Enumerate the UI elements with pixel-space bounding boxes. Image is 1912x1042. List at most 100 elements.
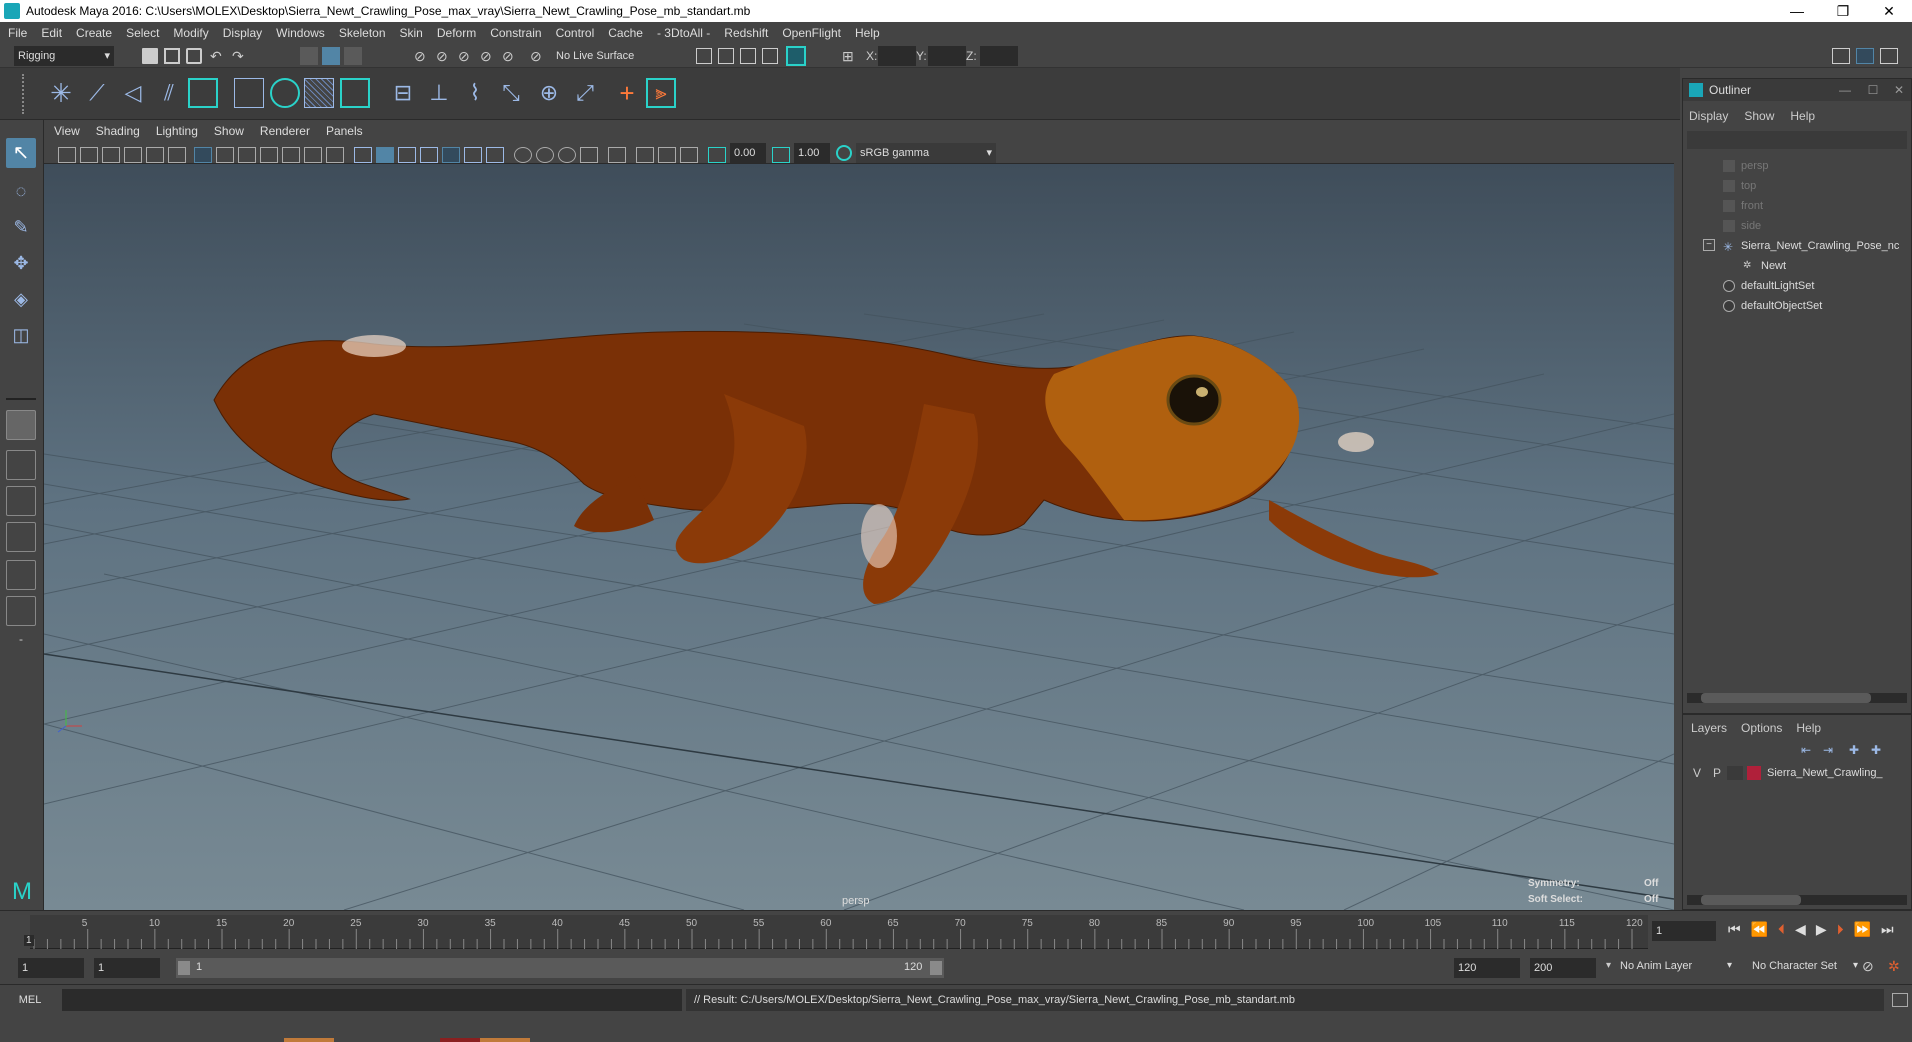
perspective-viewport[interactable]: persp Symmetry: Off Soft Select: Off [44, 164, 1674, 910]
save-scene-icon[interactable] [186, 48, 202, 64]
outliner-close-button[interactable]: ✕ [1887, 83, 1911, 97]
color-management-icon[interactable] [836, 145, 852, 161]
redshift-render-icon[interactable] [786, 46, 806, 66]
make-live-icon[interactable]: ⊘ [530, 48, 542, 65]
z-field[interactable] [980, 46, 1018, 66]
four-view-layout-icon[interactable] [6, 450, 36, 480]
select-object-icon[interactable] [322, 47, 340, 65]
menu-modify[interactable]: Modify [173, 26, 208, 40]
depth-of-field-icon[interactable] [580, 147, 598, 163]
viewport-menu-panels[interactable]: Panels [326, 124, 363, 138]
go-to-start-icon[interactable]: ⏮ [1728, 921, 1741, 938]
y-field[interactable] [928, 46, 966, 66]
wireframe-on-shaded-icon[interactable] [398, 147, 416, 163]
outliner-item-top[interactable]: top [1723, 177, 1756, 195]
persp-graph-layout-icon[interactable] [6, 522, 36, 552]
viewport-menu-lighting[interactable]: Lighting [156, 124, 198, 138]
textured-icon[interactable] [442, 147, 460, 163]
outliner-search-input[interactable] [1687, 131, 1907, 149]
wireframe-icon[interactable] [354, 147, 372, 163]
xray-joints-icon[interactable] [636, 147, 654, 163]
toggle-channel-box-icon[interactable] [1880, 48, 1898, 64]
layers-horizontal-scrollbar[interactable] [1687, 895, 1907, 905]
parent-constraint-icon[interactable]: ⫸ [646, 78, 676, 108]
step-forward-icon[interactable]: ⏵ [1837, 921, 1844, 938]
range-options-arrow-icon[interactable]: ▾ [1606, 960, 1611, 971]
ik-spline-icon[interactable]: ◁ [118, 78, 148, 108]
ipr-render-icon[interactable] [718, 48, 734, 64]
playback-end-field[interactable]: 120 [1454, 958, 1520, 978]
smooth-shade-icon[interactable] [376, 147, 394, 163]
insert-joint-icon[interactable]: ⫽ [154, 78, 184, 108]
camera-select-icon[interactable] [58, 147, 76, 163]
menu-skin[interactable]: Skin [400, 26, 423, 40]
close-button[interactable]: ✕ [1866, 3, 1912, 20]
character-set-dropdown[interactable]: No Character Set ▾ [1752, 960, 1858, 972]
viewport-menu-show[interactable]: Show [214, 124, 244, 138]
outliner-menu-display[interactable]: Display [1689, 109, 1728, 123]
mirror-weights-icon[interactable] [340, 78, 370, 108]
menu-deform[interactable]: Deform [437, 26, 476, 40]
isolate-select-icon[interactable] [608, 147, 626, 163]
menu-constrain[interactable]: Constrain [490, 26, 541, 40]
outliner-maximize-button[interactable]: ☐ [1859, 83, 1887, 97]
motion-blur-icon[interactable] [536, 147, 554, 163]
viewport-menu-view[interactable]: View [54, 124, 80, 138]
hypershade-icon[interactable] [762, 48, 778, 64]
film-gate-icon[interactable] [216, 147, 234, 163]
camera-attributes-icon[interactable] [80, 147, 98, 163]
exposure-field[interactable]: 0.00 [730, 143, 766, 163]
step-back-icon[interactable]: ⏴ [1778, 921, 1785, 938]
render-settings-icon[interactable] [740, 48, 756, 64]
layer-display-type[interactable] [1727, 766, 1743, 780]
layer-row[interactable]: V P Sierra_Newt_Crawling_ [1687, 763, 1907, 783]
bookmark-icon[interactable] [102, 147, 120, 163]
single-perspective-layout-icon[interactable] [6, 410, 36, 440]
toggle-tool-settings-icon[interactable] [1856, 48, 1874, 64]
render-current-icon[interactable] [696, 48, 712, 64]
use-all-lights-icon[interactable] [464, 147, 482, 163]
xray-active-components-icon[interactable] [658, 147, 676, 163]
go-to-end-icon[interactable]: ⏭ [1881, 921, 1894, 938]
script-language-toggle[interactable]: MEL [0, 985, 60, 1015]
restore-button[interactable]: ❐ [1820, 3, 1866, 20]
point-constraint-icon[interactable]: + [612, 78, 642, 108]
new-scene-icon[interactable] [142, 48, 158, 64]
more-layouts-icon[interactable]: - [6, 632, 36, 662]
anim-preferences-icon[interactable]: ✲ [1888, 958, 1900, 975]
rotate-tool-icon[interactable]: ◈ [6, 284, 36, 314]
field-chart-icon[interactable] [282, 147, 300, 163]
move-layer-up-icon[interactable]: ⇤ [1801, 743, 1811, 757]
step-forward-key-icon[interactable]: ⏩ [1854, 921, 1871, 938]
scale-tool-icon[interactable]: ◫ [6, 320, 36, 350]
ik-handle-icon[interactable]: ⟋ [82, 78, 112, 108]
layers-menu-options[interactable]: Options [1741, 721, 1782, 735]
snap-point-icon[interactable]: ⊘ [458, 48, 470, 65]
xray-icon[interactable] [420, 147, 438, 163]
outliner-menu-help[interactable]: Help [1790, 109, 1815, 123]
persp-outliner-layout-icon[interactable] [6, 486, 36, 516]
hypershade-layout-icon[interactable] [6, 560, 36, 590]
select-tool-icon[interactable]: ↖ [6, 138, 36, 168]
script-editor-icon[interactable] [1892, 993, 1908, 1007]
color-space-dropdown[interactable]: sRGB gamma ▾ [856, 143, 996, 163]
menu-cache[interactable]: Cache [608, 26, 643, 40]
outliner-menu-show[interactable]: Show [1744, 109, 1774, 123]
ambient-occlusion-icon[interactable] [514, 147, 532, 163]
toggle-attribute-editor-icon[interactable] [1832, 48, 1850, 64]
exposure-icon[interactable] [708, 147, 726, 163]
menu-openflight[interactable]: OpenFlight [782, 26, 841, 40]
playback-start-field[interactable]: 1 [94, 958, 160, 978]
time-slider[interactable]: 5 10 15 20 25 30 35 40 45 50 55 60 65 70 75 80 85 90 95 100… [0, 910, 1912, 952]
time-slider-track[interactable]: 5 10 15 20 25 30 35 40 45 50 55 60 65 70 75 80 85 90 95 100… [30, 915, 1648, 949]
outliner-item-root-group[interactable]: ✳ Sierra_Newt_Crawling_Pose_nc [1723, 237, 1899, 255]
outliner-horizontal-scrollbar[interactable] [1687, 693, 1907, 703]
layer-playback-toggle[interactable]: P [1707, 766, 1727, 780]
gate-mask-icon[interactable] [260, 147, 278, 163]
layers-scroll-thumb[interactable] [1701, 895, 1801, 905]
move-layer-down-icon[interactable]: ⇥ [1823, 743, 1833, 757]
gamma-icon[interactable] [772, 147, 790, 163]
current-frame-field[interactable]: 1 [1652, 921, 1716, 941]
safe-title-icon[interactable] [326, 147, 344, 163]
viewport-menu-shading[interactable]: Shading [96, 124, 140, 138]
